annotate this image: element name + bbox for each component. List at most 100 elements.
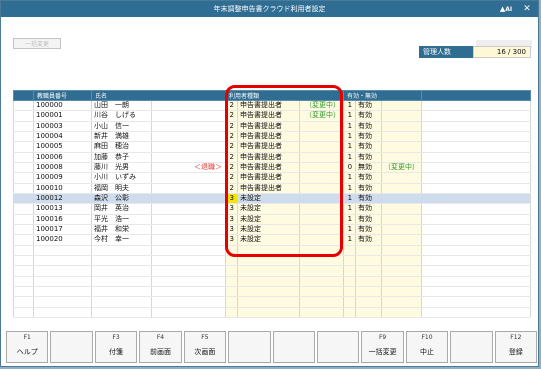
cell-valid: 有効 <box>355 152 383 163</box>
cell-blank <box>421 296 532 308</box>
table-row[interactable] <box>13 307 532 319</box>
fkey-f10[interactable]: F10 中止 <box>405 331 449 363</box>
bulk-change-button[interactable]: 一括変更 <box>13 38 61 49</box>
cell-blank <box>421 286 532 298</box>
cell-valid-code <box>343 265 357 277</box>
cell-id: 100004 <box>33 131 92 143</box>
fkey-f9[interactable]: F9 一括変更 <box>361 331 404 363</box>
cell-id: 100020 <box>33 234 92 246</box>
row-marker <box>13 131 34 143</box>
cell-id: 100006 <box>33 152 92 163</box>
fkey-f5[interactable]: F5 次画面 <box>183 331 227 363</box>
cell-name <box>91 245 152 256</box>
cell-valid-code: 1 <box>343 214 357 225</box>
close-icon[interactable]: ✕ <box>520 3 534 15</box>
cell-id: 100010 <box>33 183 92 194</box>
row-marker <box>13 100 34 112</box>
row-marker <box>13 245 34 256</box>
cell-valid-code <box>343 245 357 256</box>
row-marker <box>13 255 34 267</box>
fkey-f4[interactable]: F4 前画面 <box>139 331 182 363</box>
cell-valid: 有効 <box>355 131 383 143</box>
fkey-label: 前画面 <box>149 348 171 356</box>
cell-valid-status <box>381 296 423 308</box>
cell-valid: 無効 <box>355 162 383 174</box>
row-marker <box>13 172 34 184</box>
table-row[interactable] <box>13 276 532 287</box>
cell-valid-status <box>381 286 423 298</box>
cell-valid: 有効 <box>355 100 383 112</box>
cell-blank <box>421 183 532 194</box>
cell-valid-status <box>381 100 423 112</box>
cell-valid-code: 1 <box>343 224 357 236</box>
fkey-f1[interactable]: F1 ヘルプ <box>6 331 49 363</box>
row-marker <box>13 121 34 133</box>
fkey-f3[interactable]: F3 付箋 <box>94 331 138 363</box>
cell-id: 100005 <box>33 141 92 153</box>
cell-valid-status <box>381 224 423 236</box>
fkey-empty[interactable] <box>316 331 360 363</box>
cell-valid-code: 1 <box>343 234 357 246</box>
cell-note <box>150 276 227 287</box>
header-blank <box>13 90 34 101</box>
cell-valid-code <box>343 296 357 308</box>
cell-blank <box>421 162 532 174</box>
table-row[interactable] <box>13 296 532 308</box>
cell-id: 100016 <box>33 214 92 225</box>
title-bar: 年末調整申告書クラウド利用者設定 ▲AI ✕ <box>1 1 538 17</box>
cell-blank <box>421 152 532 163</box>
app-window: 年末調整申告書クラウド利用者設定 ▲AI ✕ 一括変更 管理人数 16 / 30… <box>0 0 539 367</box>
cell-note <box>150 255 227 267</box>
cell-blank <box>421 193 532 205</box>
cell-type <box>237 265 301 277</box>
cell-valid <box>355 307 383 319</box>
cell-note <box>150 121 227 133</box>
cell-id <box>33 265 92 277</box>
cell-note <box>150 286 227 298</box>
table-row[interactable] <box>13 265 532 277</box>
fkey-empty[interactable] <box>450 331 493 363</box>
cell-valid-status <box>381 255 423 267</box>
cell-id: 100012 <box>33 193 92 205</box>
row-marker <box>13 193 34 205</box>
cell-name: 新井 満雄 <box>91 131 152 143</box>
cell-name: 小川 いずみ <box>91 172 152 184</box>
cell-valid-code <box>343 307 357 319</box>
row-marker <box>13 162 34 174</box>
cell-id: 100008 <box>33 162 92 174</box>
cell-valid-status <box>381 131 423 143</box>
cell-valid-status <box>381 276 423 287</box>
table-row[interactable] <box>13 286 532 298</box>
cell-valid-code: 1 <box>343 110 357 122</box>
cell-id: 100003 <box>33 121 92 133</box>
cell-note <box>150 214 227 225</box>
cell-valid-code: 1 <box>343 203 357 215</box>
cell-id <box>33 245 92 256</box>
cell-name <box>91 265 152 277</box>
cell-name: 平光 浩一 <box>91 214 152 225</box>
fkey-number: F10 <box>421 334 433 341</box>
cell-name <box>91 286 152 298</box>
fkey-label: 次画面 <box>194 348 216 356</box>
cell-type-code <box>225 286 239 298</box>
fkey-empty[interactable] <box>272 331 315 363</box>
cell-valid <box>355 296 383 308</box>
cell-name: 岡井 英治 <box>91 203 152 215</box>
cell-valid: 有効 <box>355 214 383 225</box>
cell-type-code <box>225 265 239 277</box>
cell-name: 藤川 光男 <box>91 162 152 174</box>
cell-type <box>237 286 301 298</box>
fkey-empty[interactable] <box>228 331 271 363</box>
cell-valid-code: 1 <box>343 193 357 205</box>
cell-note <box>150 152 227 163</box>
fkey-empty[interactable] <box>50 331 93 363</box>
app-logo-icon: ▲AI <box>499 5 513 13</box>
row-marker <box>13 276 34 287</box>
cell-id <box>33 255 92 267</box>
cell-valid-code: 1 <box>343 100 357 112</box>
fkey-f12[interactable]: F12 登録 <box>494 331 538 363</box>
cell-valid: 有効 <box>355 193 383 205</box>
cell-name: 森沢 公彰 <box>91 193 152 205</box>
header-name: 氏名 <box>90 90 227 101</box>
fkey-number: F3 <box>112 334 120 341</box>
